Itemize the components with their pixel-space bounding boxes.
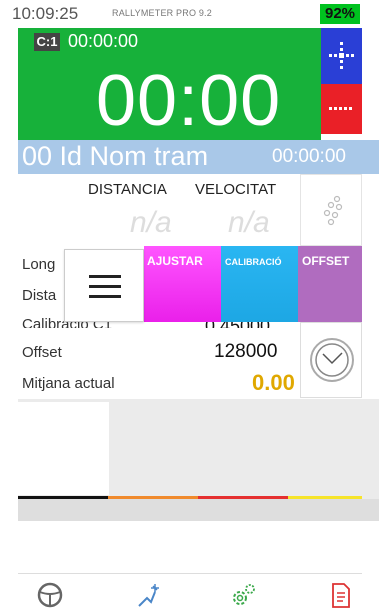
nav-gear-hand-button[interactable]	[133, 580, 163, 610]
velocity-label: VELOCITAT	[195, 181, 277, 198]
distance-value: n/a	[130, 206, 172, 239]
distance-row-label: Dista	[22, 287, 57, 304]
average-label: Mitjana actual	[22, 375, 115, 392]
clock-button[interactable]	[300, 322, 362, 398]
more-options-button[interactable]	[321, 84, 362, 134]
clock-icon	[310, 338, 354, 382]
document-icon	[332, 583, 350, 608]
clock-time: 10:09:25	[12, 4, 79, 23]
offset-value: 128000	[214, 341, 278, 362]
steering-wheel-icon	[37, 582, 63, 608]
nav-settings-button[interactable]	[228, 580, 258, 610]
length-label: Long	[22, 256, 56, 273]
tab-offset[interactable]: OFFSET	[298, 246, 362, 322]
tram-name: 00 Id Nom tram	[22, 141, 209, 171]
sub-timer: 00:00:00	[68, 31, 139, 51]
offset-label: Offset	[22, 344, 62, 361]
dots-pattern-button[interactable]	[300, 174, 362, 246]
main-timer: 00:00	[96, 61, 282, 141]
tram-time: 00:00:00	[272, 146, 346, 167]
gray-band	[18, 499, 379, 521]
settings-gears-icon	[233, 584, 255, 605]
battery-level: 92%	[320, 4, 360, 24]
gear-hand-icon	[138, 584, 159, 607]
nav-wheel-button[interactable]	[35, 580, 65, 610]
more-dots-icon	[329, 107, 352, 110]
counter-badge: C:1	[34, 33, 60, 51]
tab-ajustar[interactable]: AJUSTAR	[144, 246, 221, 322]
average-value: 0.00	[252, 370, 295, 395]
velocity-value: n/a	[228, 206, 270, 239]
distance-label: DISTANCIA	[88, 181, 167, 198]
hamburger-menu-button[interactable]	[64, 249, 144, 322]
preview-box[interactable]	[18, 402, 109, 495]
nav-document-button[interactable]	[325, 580, 355, 610]
dots-pattern-icon	[323, 195, 343, 226]
bottom-nav	[18, 573, 362, 614]
move-arrows-icon	[329, 42, 354, 69]
tab-calibracio[interactable]: CALIBRACIÓ	[221, 246, 298, 322]
app-name: RALLYMETER PRO 9.2	[112, 8, 212, 18]
move-button[interactable]	[321, 28, 362, 84]
